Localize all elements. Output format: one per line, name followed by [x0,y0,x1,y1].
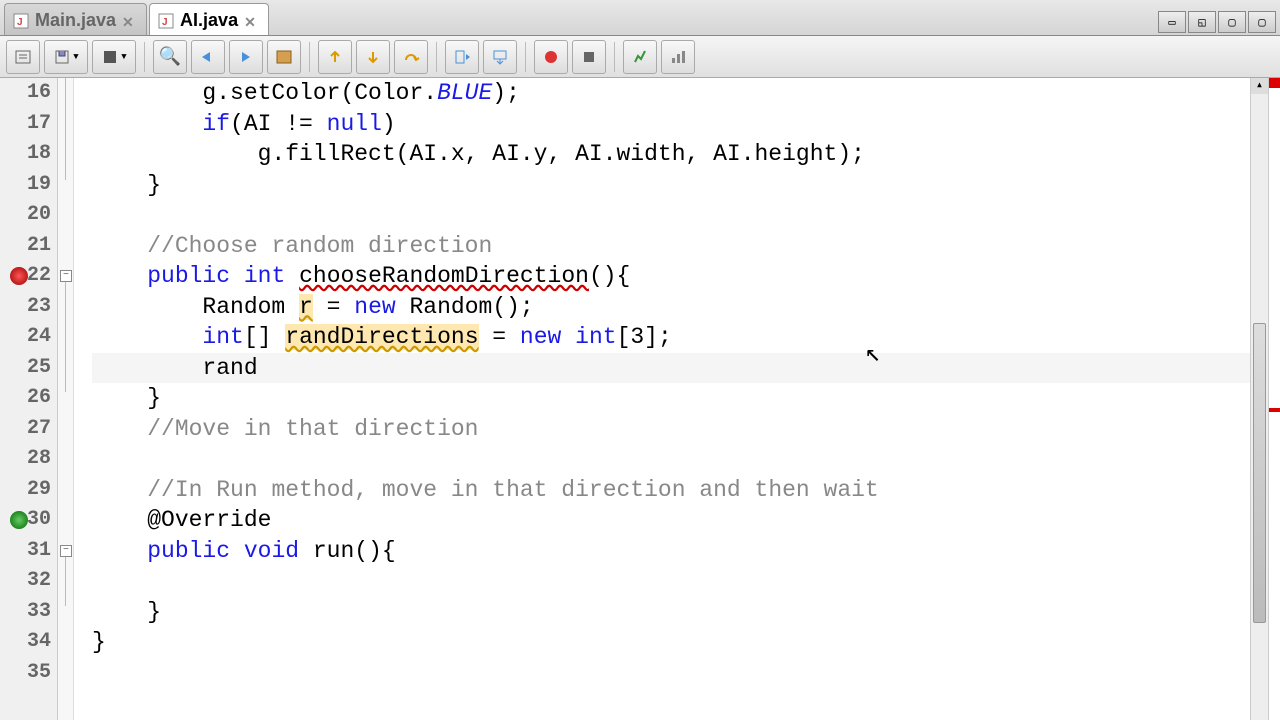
code-line[interactable]: //Move in that direction [92,414,1250,445]
code-line[interactable] [92,566,1250,597]
scroll-up-icon[interactable]: ▴ [1251,78,1268,94]
error-stripe[interactable] [1268,78,1280,720]
line-number: 17 [0,109,51,140]
close-button[interactable]: ▢ [1248,11,1276,33]
code-line[interactable]: rand [92,353,1250,384]
error-icon[interactable] [10,267,28,285]
separator [436,42,437,72]
override-icon[interactable] [10,511,28,529]
line-number: 29 [0,475,51,506]
code-line[interactable] [92,200,1250,231]
back-button[interactable] [191,40,225,74]
java-file-icon: J [158,13,174,29]
code-line[interactable]: g.fillRect(AI.x, AI.y, AI.width, AI.heig… [92,139,1250,170]
line-number: 16 [0,78,51,109]
line-number: 28 [0,444,51,475]
code-line[interactable]: //In Run method, move in that direction … [92,475,1250,506]
step-up-button[interactable] [318,40,352,74]
code-line[interactable]: Random r = new Random(); [92,292,1250,323]
code-line[interactable]: public int chooseRandomDirection(){ [92,261,1250,292]
tab-label: Main.java [35,10,116,31]
line-number: 18 [0,139,51,170]
line-number: 35 [0,658,51,689]
scroll-thumb[interactable] [1253,323,1266,623]
fold-toggle[interactable]: − [60,270,72,282]
code-line[interactable]: } [92,383,1250,414]
error-marker[interactable] [1269,408,1280,412]
window-controls: ▭ ◱ ▢ ▢ [1158,11,1280,35]
line-number: 26 [0,383,51,414]
line-number: 21 [0,231,51,262]
step-down-button[interactable] [356,40,390,74]
fold-toggle[interactable]: − [60,545,72,557]
profile-button[interactable] [623,40,657,74]
code-line[interactable] [92,444,1250,475]
line-number: 34 [0,627,51,658]
separator [309,42,310,72]
apply-button[interactable] [483,40,517,74]
line-number: 25 [0,353,51,384]
editor-toolbar: ▼ ▼ 🔍 [0,36,1280,78]
fold-column: −− [58,78,74,720]
line-number: 32 [0,566,51,597]
find-button[interactable]: 🔍 [153,40,187,74]
line-number: 19 [0,170,51,201]
code-line[interactable]: } [92,597,1250,628]
separator [144,42,145,72]
separator [614,42,615,72]
code-editor[interactable]: 1617181920212223242526272829303132333435… [0,78,1280,720]
record-button[interactable] [534,40,568,74]
source-button[interactable] [6,40,40,74]
code-line[interactable]: } [92,627,1250,658]
history-dropdown[interactable]: ▼ [92,40,136,74]
code-line[interactable]: g.setColor(Color.BLUE); [92,78,1250,109]
code-line[interactable]: } [92,170,1250,201]
run-to-button[interactable] [445,40,479,74]
code-line[interactable] [92,658,1250,689]
tab-main-java[interactable]: J Main.java ✕ [4,3,147,35]
svg-text:J: J [17,17,23,28]
close-icon[interactable]: ✕ [244,14,258,28]
code-line[interactable]: @Override [92,505,1250,536]
heap-button[interactable] [661,40,695,74]
maximize-button[interactable]: ▢ [1218,11,1246,33]
save-dropdown[interactable]: ▼ [44,40,88,74]
svg-text:J: J [162,17,168,28]
stop-button[interactable] [572,40,606,74]
disk-button[interactable] [267,40,301,74]
code-line[interactable]: int[] randDirections = new int[3]; [92,322,1250,353]
line-number: 31 [0,536,51,567]
tab-label: AI.java [180,10,238,31]
error-marker[interactable] [1269,78,1280,88]
vertical-scrollbar[interactable]: ▴ [1250,78,1268,720]
minimize-button[interactable]: ▭ [1158,11,1186,33]
code-line[interactable]: //Choose random direction [92,231,1250,262]
tab-ai-java[interactable]: J AI.java ✕ [149,3,269,35]
java-file-icon: J [13,13,29,29]
step-over-button[interactable] [394,40,428,74]
close-icon[interactable]: ✕ [122,14,136,28]
line-number: 23 [0,292,51,323]
tab-bar: J Main.java ✕ J AI.java ✕ ▭ ◱ ▢ ▢ [0,0,1280,36]
line-number: 27 [0,414,51,445]
separator [525,42,526,72]
restore-button[interactable]: ◱ [1188,11,1216,33]
code-line[interactable]: if(AI != null) [92,109,1250,140]
line-gutter: 1617181920212223242526272829303132333435 [0,78,58,720]
line-number: 20 [0,200,51,231]
forward-button[interactable] [229,40,263,74]
code-area[interactable]: g.setColor(Color.BLUE); if(AI != null) g… [74,78,1250,720]
code-line[interactable]: public void run(){ [92,536,1250,567]
line-number: 24 [0,322,51,353]
line-number: 33 [0,597,51,628]
